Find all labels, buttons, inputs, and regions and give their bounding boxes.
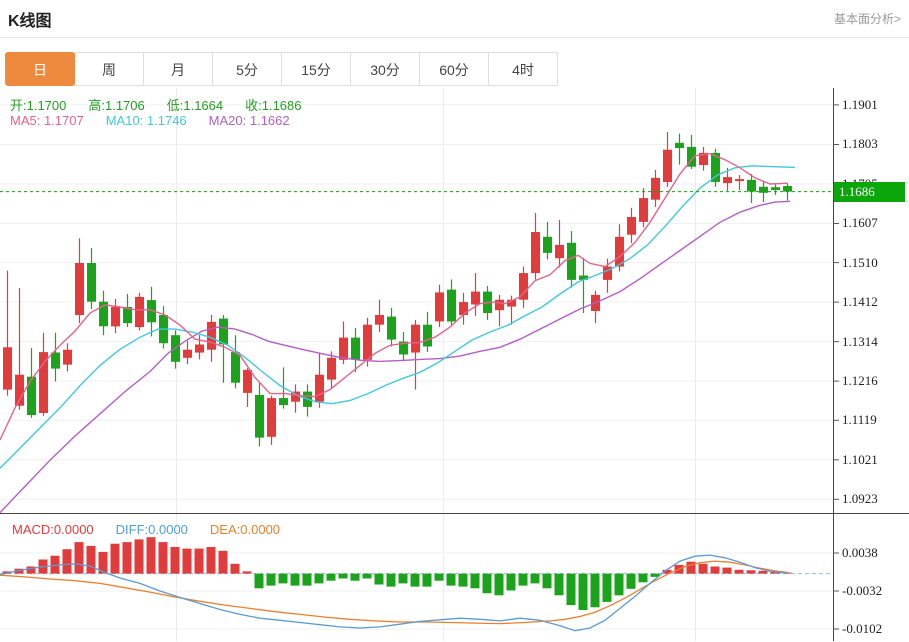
price-axis-label: 1.0923	[842, 491, 878, 507]
price-axis-label: 1.1607	[842, 215, 878, 231]
price-axis-label: 1.1021	[842, 451, 878, 467]
macd-axis-label: -0.0102	[842, 621, 883, 637]
price-axis-label: 1.1510	[842, 254, 878, 270]
price-axis-label: 1.1314	[842, 333, 878, 349]
tab-日[interactable]: 日	[5, 52, 75, 86]
legend-macd: MACD:0.0000	[12, 522, 94, 537]
current-price-badge: 1.1686	[834, 181, 905, 202]
ohlc-收: 收:1.1686	[245, 98, 302, 113]
legend-ma10: MA10: 1.1746	[105, 113, 187, 128]
kline-page: K线图 基本面分析> 日周月 5分 15分 30分 60分 4时 开:1.1700 高:1.…	[0, 0, 909, 642]
macd-axis-label: -0.0032	[842, 583, 883, 598]
ohlc-开: 开:1.1700	[10, 98, 67, 113]
ohlc-高: 高:1.1706	[88, 98, 145, 113]
ma-legend: MA5: 1.1707 MA10: 1.1746 MA20: 1.1662	[10, 113, 312, 128]
legend-dea: DEA:0.0000	[209, 522, 281, 537]
legend-ma20: MA20: 1.1662	[208, 113, 290, 128]
macd-legend: MACD:0.0000 DIFF:0.0000 DEA:0.0000	[12, 522, 302, 537]
legend-ma5: MA5: 1.1707	[10, 113, 84, 128]
price-axis-label: 1.1412	[842, 294, 878, 310]
macd-axis-label: 0.0038	[842, 544, 878, 560]
price-axis-label: 1.1901	[842, 96, 878, 112]
price-axis-label: 1.1216	[842, 373, 878, 389]
ohlc-低: 低:1.1664	[166, 98, 224, 113]
legend-diff: DIFF:0.0000	[115, 522, 188, 537]
price-axis-label: 1.1119	[842, 412, 877, 428]
ohlc-legend: 开:1.1700 高:1.1706 低:1.1664 收:1.1686	[10, 95, 324, 114]
price-axis-label: 1.1803	[842, 136, 878, 152]
